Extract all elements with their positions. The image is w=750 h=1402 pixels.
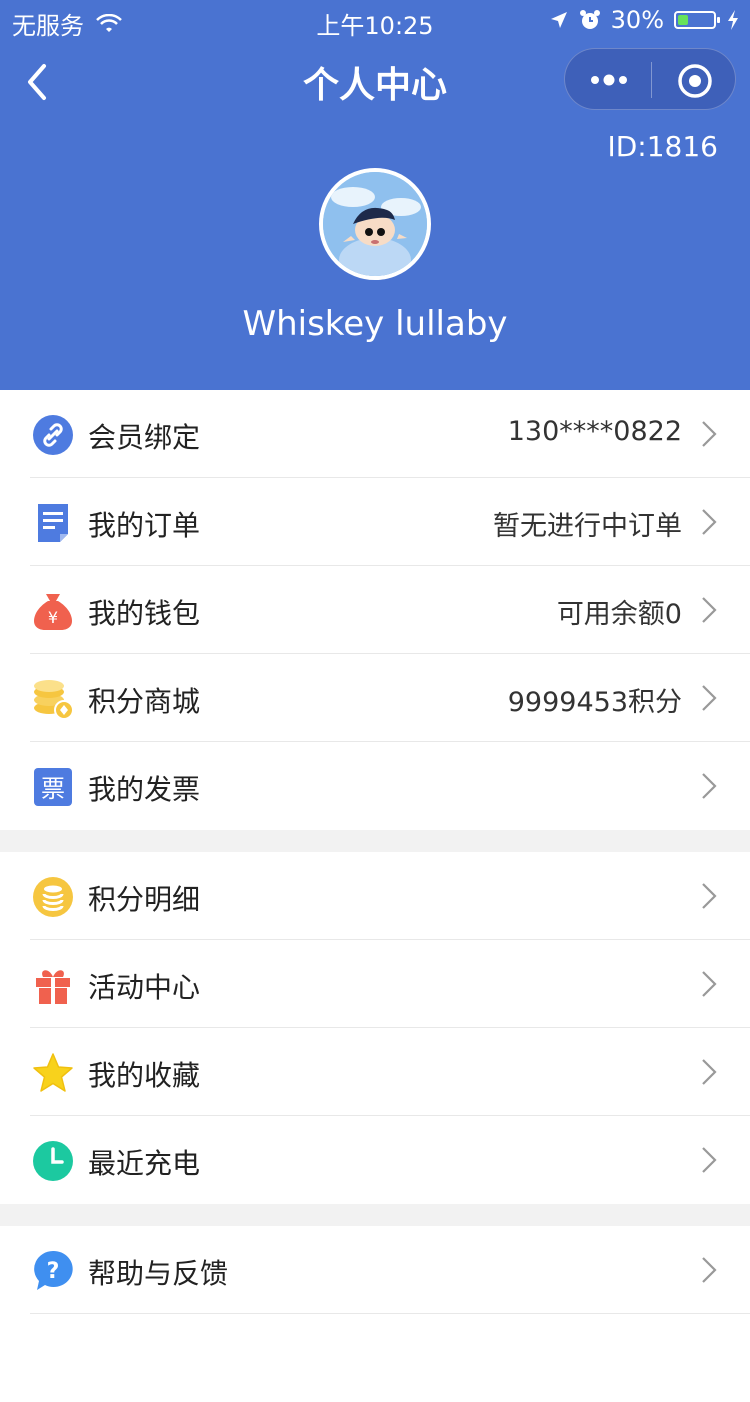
menu-item-my-invoice[interactable]: 票 我的发票 (0, 742, 750, 830)
chevron-right-icon (702, 883, 717, 909)
menu-label: 最近充电 (88, 1147, 201, 1180)
menu-item-recent-charging[interactable]: 最近充电 (0, 1116, 750, 1204)
menu-item-my-wallet[interactable]: ¥ 我的钱包 可用余额0 (0, 566, 750, 654)
coin-stack-icon (34, 680, 74, 720)
menu-item-help-feedback[interactable]: ? 帮助与反馈 (0, 1226, 750, 1314)
gift-icon (36, 970, 70, 1004)
star-icon (33, 1053, 73, 1092)
more-dots-icon[interactable] (587, 61, 631, 99)
close-target-icon[interactable] (675, 61, 715, 101)
chevron-right-icon (702, 685, 717, 711)
clock-icon (33, 1141, 73, 1181)
svg-text:?: ? (47, 1259, 60, 1284)
menu-group-account: 会员绑定 130****0822 我的订单 暂无进行中订单 ¥ 我的钱包 可用余… (0, 390, 750, 830)
order-status-value: 暂无进行中订单 (493, 511, 682, 542)
menu-item-my-orders[interactable]: 我的订单 暂无进行中订单 (0, 478, 750, 566)
menu-label: 我的发票 (88, 773, 201, 806)
chevron-right-icon (702, 421, 717, 447)
chevron-right-icon (702, 509, 717, 535)
chevron-right-icon (702, 971, 717, 997)
svg-text:¥: ¥ (48, 608, 58, 627)
avatar-image (323, 172, 427, 276)
chevron-right-icon (702, 597, 717, 623)
menu-item-next[interactable] (0, 1314, 750, 1402)
username: Whiskey lullaby (242, 304, 508, 344)
menu-label: 会员绑定 (88, 421, 201, 454)
battery-icon (674, 11, 720, 29)
menu-label: 我的收藏 (88, 1059, 201, 1092)
phone-value: 130****0822 (507, 416, 682, 447)
status-bar: 无服务 上午10:25 30% (0, 0, 750, 40)
profile-header: 无服务 上午10:25 30% 个人中心 ID:1816 Whiskey lul… (0, 0, 750, 390)
section-gap (0, 830, 750, 852)
section-gap (0, 1204, 750, 1226)
menu-label: 积分明细 (88, 883, 201, 916)
menu-label: 积分商城 (88, 685, 201, 718)
location-arrow-icon (550, 12, 567, 28)
menu-item-my-favorites[interactable]: 我的收藏 (0, 1028, 750, 1116)
capsule-divider (651, 62, 652, 98)
menu-item-points-detail[interactable]: 积分明细 (0, 852, 750, 940)
charging-bolt-icon (728, 10, 738, 30)
order-document-icon (38, 504, 68, 542)
mini-program-capsule (564, 48, 736, 110)
link-icon (33, 415, 73, 455)
battery-fill (678, 15, 688, 25)
navigation-bar: 个人中心 (0, 44, 750, 120)
points-value: 9999453积分 (507, 687, 682, 718)
menu-label: 帮助与反馈 (88, 1257, 229, 1290)
menu-item-member-binding[interactable]: 会员绑定 130****0822 (0, 390, 750, 478)
chevron-right-icon (702, 1257, 717, 1283)
battery-percent: 30% (610, 6, 664, 34)
menu-group-activity: 积分明细 活动中心 我的收藏 最近充电 (0, 852, 750, 1204)
menu-item-points-mall[interactable]: 积分商城 9999453积分 (0, 654, 750, 742)
wallet-balance-value: 可用余额0 (556, 599, 682, 630)
menu-label: 我的订单 (88, 509, 201, 542)
help-question-icon: ? (34, 1250, 73, 1290)
menu-label: 我的钱包 (88, 597, 201, 630)
chevron-right-icon (702, 773, 717, 799)
menu-label: 活动中心 (88, 971, 201, 1004)
alarm-icon (579, 10, 600, 29)
menu-item-activity-center[interactable]: 活动中心 (0, 940, 750, 1028)
menu-group-support: ? 帮助与反馈 (0, 1226, 750, 1402)
user-id: ID:1816 (607, 130, 718, 163)
svg-text:票: 票 (41, 775, 65, 803)
invoice-icon: 票 (34, 768, 72, 806)
money-bag-icon: ¥ (34, 594, 72, 630)
chevron-right-icon (702, 1147, 717, 1173)
chevron-right-icon (702, 1059, 717, 1085)
coin-icon (33, 877, 73, 917)
avatar[interactable] (319, 168, 431, 280)
